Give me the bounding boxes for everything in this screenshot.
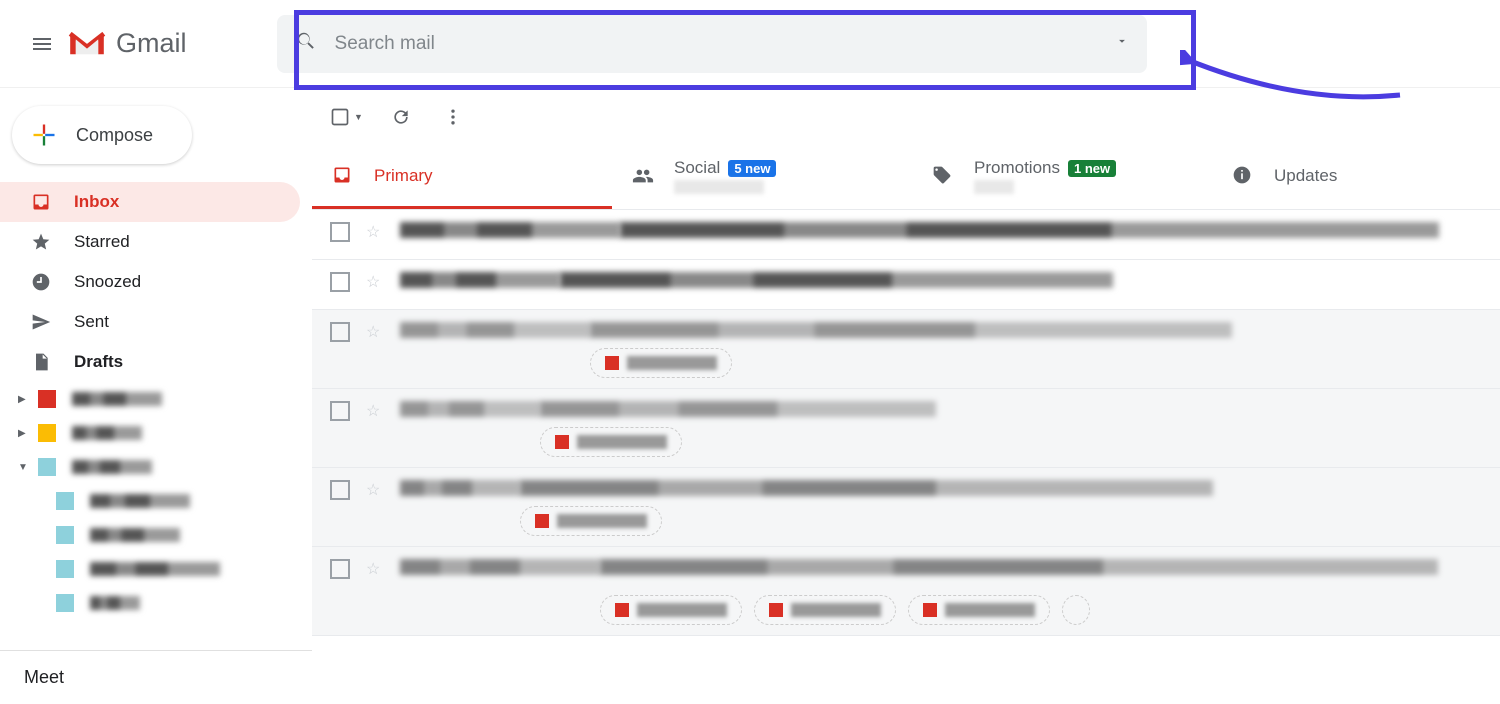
attachment-chip[interactable] (520, 506, 662, 536)
star-icon[interactable]: ☆ (366, 272, 380, 292)
nav-starred[interactable]: Starred (0, 222, 300, 262)
row-checkbox[interactable] (330, 401, 350, 421)
tab-subtext-redacted (674, 180, 764, 194)
tab-primary[interactable]: Primary (312, 146, 612, 209)
tab-promotions[interactable]: Promotions 1 new (912, 146, 1212, 209)
tab-updates[interactable]: Updates (1212, 146, 1472, 209)
attachment-chip[interactable] (600, 595, 742, 625)
mail-row[interactable]: ☆ (312, 310, 1500, 389)
inbox-icon (332, 165, 354, 187)
caret-down-icon: ▼ (354, 112, 363, 122)
mail-row[interactable]: ☆ (312, 260, 1500, 310)
tab-social[interactable]: Social 5 new (612, 146, 912, 209)
tab-badge: 5 new (728, 160, 776, 177)
inbox-icon (30, 191, 52, 213)
app-header: Gmail (0, 0, 1500, 88)
sublabel-item[interactable] (0, 552, 312, 586)
tab-label: Updates (1274, 166, 1337, 186)
info-icon (1232, 165, 1254, 187)
mail-toolbar: ▼ (312, 88, 1500, 146)
search-input[interactable] (335, 33, 1115, 55)
nav-label: Snoozed (74, 272, 141, 292)
row-checkbox[interactable] (330, 559, 350, 579)
row-checkbox[interactable] (330, 480, 350, 500)
tab-subtext-redacted (974, 180, 1014, 194)
attachment-chip[interactable] (754, 595, 896, 625)
subject-redacted (540, 401, 935, 417)
nav-label: Sent (74, 312, 109, 332)
tab-label: Promotions (974, 158, 1060, 178)
nav-label: Drafts (74, 352, 123, 372)
sublabel-item[interactable] (0, 586, 312, 620)
attachment-more-chip[interactable] (1062, 595, 1090, 625)
gmail-logo[interactable]: Gmail (68, 28, 187, 59)
row-checkbox[interactable] (330, 322, 350, 342)
mail-row[interactable]: ☆ (312, 389, 1500, 468)
category-tabs: Primary Social 5 new Promotions 1 n (312, 146, 1500, 210)
send-icon (30, 311, 52, 333)
tag-icon (932, 165, 954, 187)
tab-label: Primary (374, 166, 433, 186)
compose-button[interactable]: Compose (12, 106, 192, 164)
star-icon[interactable]: ☆ (366, 559, 380, 579)
people-icon (632, 165, 654, 187)
attachment-chip[interactable] (590, 348, 732, 378)
subject-redacted (590, 322, 1232, 338)
star-icon[interactable]: ☆ (366, 222, 380, 242)
subject-redacted (520, 480, 1212, 496)
sender-redacted (400, 559, 600, 575)
mail-row[interactable]: ☆ (312, 468, 1500, 547)
mail-row[interactable]: ☆ (312, 547, 1500, 636)
nav-label: Inbox (74, 192, 119, 212)
clock-icon (30, 271, 52, 293)
search-bar[interactable] (277, 15, 1147, 73)
hamburger-menu-icon[interactable] (20, 22, 64, 66)
sender-redacted (400, 480, 520, 496)
more-button[interactable] (443, 105, 467, 129)
sublabel-item[interactable] (0, 518, 312, 552)
subject-redacted (620, 222, 1439, 238)
meet-section-header[interactable]: Meet (0, 650, 312, 704)
label-item[interactable]: ▶ (0, 382, 312, 416)
subject-redacted (600, 559, 1438, 575)
star-icon[interactable]: ☆ (366, 401, 380, 421)
nav-drafts[interactable]: Drafts (0, 342, 300, 382)
row-checkbox[interactable] (330, 272, 350, 292)
select-all-checkbox[interactable]: ▼ (330, 107, 363, 127)
refresh-button[interactable] (391, 105, 415, 129)
label-item[interactable]: ▼ (0, 450, 312, 484)
search-icon (295, 30, 317, 57)
mail-list: ☆ ☆ ☆ ☆ (312, 210, 1500, 704)
sender-redacted (400, 272, 560, 288)
star-icon (30, 231, 52, 253)
attachment-chip[interactable] (908, 595, 1050, 625)
attachment-chip[interactable] (540, 427, 682, 457)
nav-inbox[interactable]: Inbox (0, 182, 300, 222)
sender-redacted (400, 401, 540, 417)
nav-label: Starred (74, 232, 130, 252)
tab-label: Social (674, 158, 720, 178)
row-checkbox[interactable] (330, 222, 350, 242)
sidebar: Compose Inbox Starred Snoozed Sent Draft… (0, 88, 312, 704)
star-icon[interactable]: ☆ (366, 322, 380, 342)
compose-label: Compose (76, 125, 153, 146)
mail-row[interactable]: ☆ (312, 210, 1500, 260)
sender-redacted (400, 322, 590, 338)
label-item[interactable]: ▶ (0, 416, 312, 450)
nav-snoozed[interactable]: Snoozed (0, 262, 300, 302)
tab-badge: 1 new (1068, 160, 1116, 177)
file-icon (30, 351, 52, 373)
star-icon[interactable]: ☆ (366, 480, 380, 500)
sender-redacted (400, 222, 620, 238)
search-options-dropdown-icon[interactable] (1115, 34, 1129, 53)
brand-text: Gmail (116, 28, 187, 59)
subject-redacted (560, 272, 1113, 288)
plus-icon (30, 121, 58, 149)
sublabel-item[interactable] (0, 484, 312, 518)
nav-sent[interactable]: Sent (0, 302, 300, 342)
main-content: ▼ Primary Social 5 new (312, 88, 1500, 704)
